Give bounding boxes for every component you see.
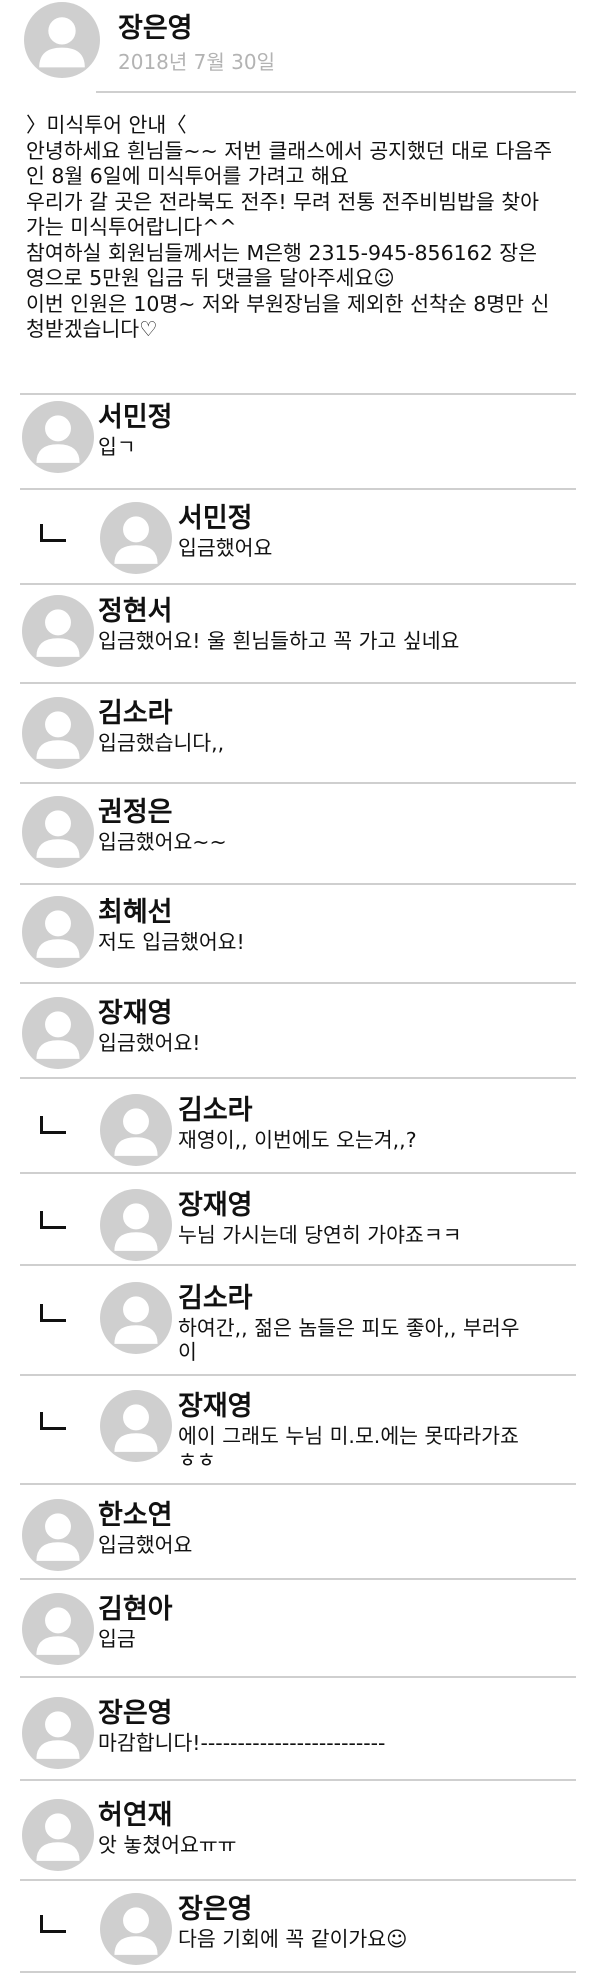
comment: 권정은 입금했어요~~: [0, 790, 590, 876]
comment: 서민정 입ㄱ: [0, 395, 590, 481]
commenter-name[interactable]: 서민정: [98, 395, 173, 434]
post-body-line: 참여하실 회원님들께서는 M은행 2315-945-856162 장은: [26, 240, 538, 265]
post-body-line: 가는 미식투어랍니다^^: [26, 215, 237, 239]
commenter-avatar-icon[interactable]: [22, 1697, 94, 1769]
post-body-line: 영으로 5만원 입금 뒤 댓글을 달아주세요☺: [26, 266, 395, 290]
comment-divider: [20, 1879, 576, 1881]
commenter-name[interactable]: 장재영: [178, 1183, 253, 1222]
commenter-avatar-icon[interactable]: [22, 401, 94, 473]
comment-divider: [20, 1077, 576, 1079]
reply-corner-icon: [40, 1412, 66, 1430]
comment-text: 다음 기회에 꼭 같이가요☺: [178, 1927, 408, 1951]
reply-comment: 장재영 에이 그래도 누님 미.모.에는 못따라가죠 ㅎㅎ: [0, 1384, 590, 1472]
comment-divider: [20, 1483, 576, 1485]
commenter-name[interactable]: 서민정: [178, 496, 253, 535]
commenter-avatar-icon[interactable]: [100, 1893, 172, 1965]
comment: 정현서 입금했어요! 울 흰님들하고 꼭 가고 싶네요: [0, 589, 590, 675]
post-header: 장은영 2018년 7월 30일: [0, 0, 590, 92]
commenter-avatar-icon[interactable]: [22, 595, 94, 667]
comment-text: 입금했어요!: [98, 1031, 201, 1055]
commenter-avatar-icon[interactable]: [22, 1593, 94, 1665]
commenter-name[interactable]: 장은영: [178, 1887, 253, 1926]
comment-text: ㅎㅎ: [178, 1448, 216, 1472]
post-date: 2018년 7월 30일: [118, 50, 275, 74]
comment-text: 저도 입금했어요!: [98, 930, 245, 954]
comment: 김소라 입금했습니다,,: [0, 691, 590, 777]
commenter-name[interactable]: 장은영: [98, 1691, 173, 1730]
commenter-avatar-icon[interactable]: [22, 697, 94, 769]
reply-comment: 서민정 입금했어요: [0, 496, 590, 582]
comment-divider: [20, 682, 576, 684]
comment-text: 입금했어요: [178, 536, 273, 560]
comment: 한소연 입금했어요: [0, 1493, 590, 1579]
comment-divider: [20, 488, 576, 490]
comment-text: 입금했어요: [98, 1533, 193, 1557]
commenter-name[interactable]: 권정은: [98, 790, 173, 829]
post-body-line: 우리가 갈 곳은 전라북도 전주! 무려 전통 전주비빔밥을 찾아: [26, 189, 539, 214]
commenter-name[interactable]: 김소라: [178, 1276, 253, 1315]
commenter-name[interactable]: 장재영: [178, 1384, 253, 1423]
comment-text: 입금: [98, 1627, 136, 1651]
commenter-name[interactable]: 정현서: [98, 589, 173, 628]
reply-corner-icon: [40, 1116, 66, 1134]
comment-text: 에이 그래도 누님 미.모.에는 못따라가죠: [178, 1424, 519, 1448]
post-body-line: 이번 인원은 10명~ 저와 부원장님을 제외한 선착순 8명만 신: [26, 291, 550, 316]
comment-divider: [20, 1676, 576, 1678]
commenter-avatar-icon[interactable]: [22, 1499, 94, 1571]
commenter-name[interactable]: 한소연: [98, 1493, 173, 1532]
reply-comment: 장재영 누님 가시는데 당연히 가야죠ㅋㅋ: [0, 1183, 590, 1269]
comment-text: 이: [178, 1340, 197, 1364]
comment-divider: [20, 883, 576, 885]
commenter-avatar-icon[interactable]: [22, 796, 94, 868]
comment-text: 마감합니다!-------------------------: [98, 1731, 386, 1755]
comment: 장은영 마감합니다!-------------------------: [0, 1691, 590, 1777]
commenter-avatar-icon[interactable]: [100, 1189, 172, 1261]
commenter-avatar-icon[interactable]: [22, 896, 94, 968]
comment: 장재영 입금했어요!: [0, 991, 590, 1077]
post-body-line: 안녕하세요 흰님들~~ 저번 클래스에서 공지했던 대로 다음주: [26, 138, 553, 163]
reply-corner-icon: [40, 1211, 66, 1229]
comment: 최혜선 저도 입금했어요!: [0, 890, 590, 976]
comment: 김현아 입금: [0, 1587, 590, 1673]
reply-corner-icon: [40, 1915, 66, 1933]
commenter-name[interactable]: 김소라: [178, 1088, 253, 1127]
post-body-line: 청받겠습니다♡: [26, 317, 158, 341]
comment-text: 재영이,, 이번에도 오는겨,,?: [178, 1128, 417, 1152]
commenter-name[interactable]: 김현아: [98, 1587, 173, 1626]
commenter-avatar-icon[interactable]: [100, 1390, 172, 1462]
reply-corner-icon: [40, 524, 66, 542]
comment-text: 입금했어요~~: [98, 830, 227, 854]
reply-comment: 장은영 다음 기회에 꼭 같이가요☺: [0, 1887, 590, 1973]
author-avatar-icon[interactable]: [24, 2, 100, 78]
comment-divider: [20, 782, 576, 784]
commenter-avatar-icon[interactable]: [22, 1799, 94, 1871]
comment-divider: [20, 583, 576, 585]
commenter-avatar-icon[interactable]: [100, 1094, 172, 1166]
header-divider: [96, 91, 576, 93]
reply-comment: 김소라 하여간,, 젊은 놈들은 피도 좋아,, 부러우 이: [0, 1276, 590, 1364]
comment-text: 입금했어요! 울 흰님들하고 꼭 가고 싶네요: [98, 629, 460, 653]
comment-text: 입금했습니다,,: [98, 731, 225, 755]
comment-text: 입ㄱ: [98, 435, 136, 459]
commenter-avatar-icon[interactable]: [22, 997, 94, 1069]
post-body-line: 인 8월 6일에 미식투어를 가려고 해요: [26, 164, 349, 188]
commenter-name[interactable]: 허연재: [98, 1793, 173, 1832]
commenter-name[interactable]: 김소라: [98, 691, 173, 730]
post-author-name[interactable]: 장은영: [118, 6, 193, 45]
commenter-name[interactable]: 장재영: [98, 991, 173, 1030]
post-body-line: 〉미식투어 안내〈: [26, 113, 187, 137]
comment-text: 앗 놓쳤어요ㅠㅠ: [98, 1833, 237, 1857]
reply-comment: 김소라 재영이,, 이번에도 오는겨,,?: [0, 1088, 590, 1174]
comment-text: 누님 가시는데 당연히 가야죠ㅋㅋ: [178, 1223, 462, 1247]
comment: 허연재 앗 놓쳤어요ㅠㅠ: [0, 1793, 590, 1879]
commenter-avatar-icon[interactable]: [100, 1282, 172, 1354]
post-body: 〉미식투어 안내〈 안녕하세요 흰님들~~ 저번 클래스에서 공지했던 대로 다음…: [26, 113, 576, 343]
comment-text: 하여간,, 젊은 놈들은 피도 좋아,, 부러우: [178, 1316, 520, 1340]
comment-divider: [20, 1779, 576, 1781]
reply-corner-icon: [40, 1304, 66, 1322]
commenter-name[interactable]: 최혜선: [98, 890, 173, 929]
comment-divider: [20, 1374, 576, 1376]
commenter-avatar-icon[interactable]: [100, 502, 172, 574]
comment-divider: [20, 982, 576, 984]
